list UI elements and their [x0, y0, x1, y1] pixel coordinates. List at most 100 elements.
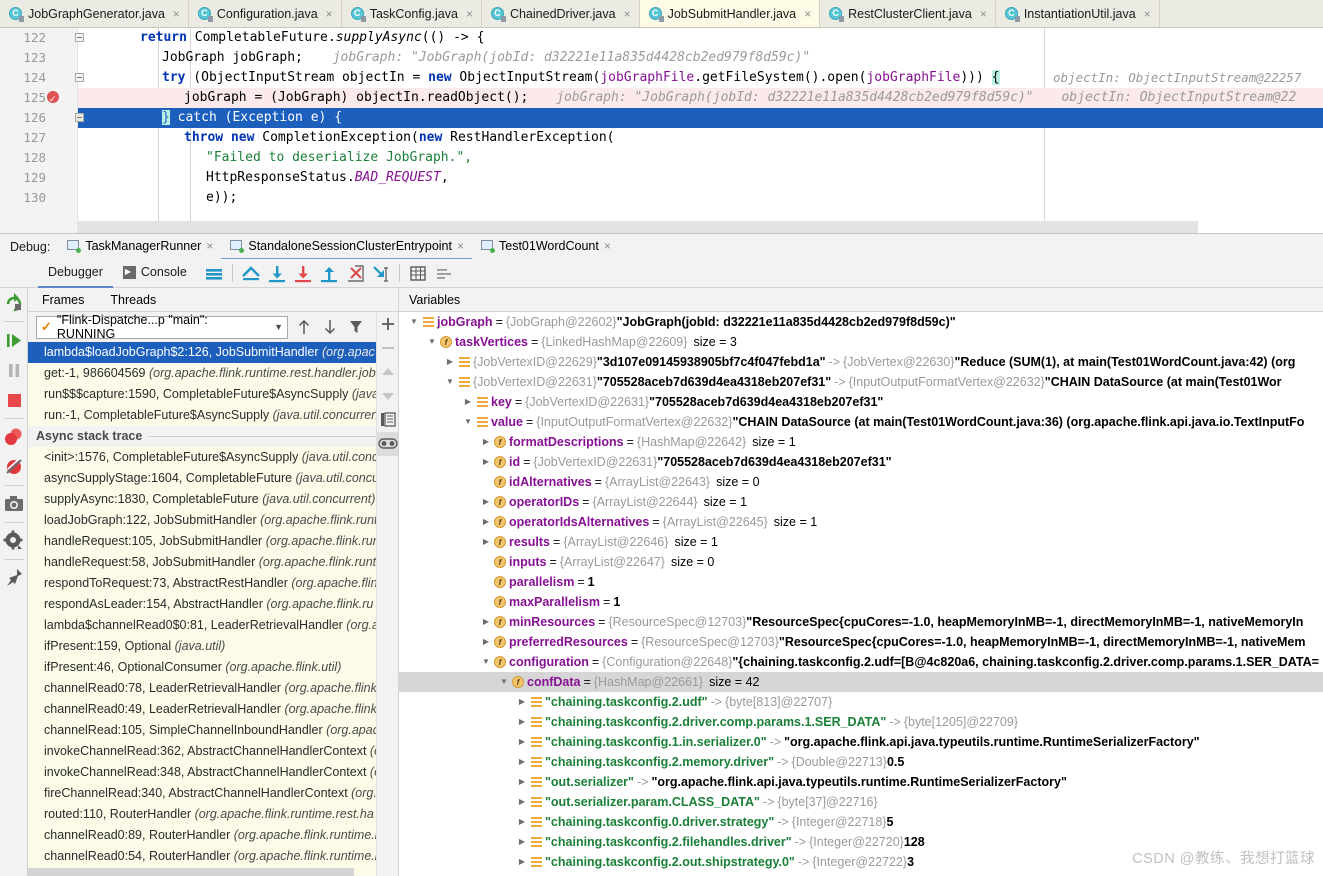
variable-row[interactable]: ▼ jobGraph = {JobGraph@22602} "JobGraph(jo… — [399, 312, 1323, 332]
filter-icon[interactable] — [346, 316, 366, 338]
view-breakpoints-icon[interactable] — [0, 422, 28, 452]
code-line-130[interactable]: 130 e)); — [23, 188, 1323, 208]
chevron-right-icon[interactable]: ▶ — [515, 772, 529, 792]
tab-frames[interactable]: Frames — [28, 293, 96, 307]
close-icon[interactable]: × — [624, 8, 631, 20]
variable-row[interactable]: ▶ "chaining.taskconfig.2.driver.comp.para… — [399, 712, 1323, 732]
stack-frame-row[interactable]: supplyAsync:1830, CompletableFuture (jav… — [28, 489, 386, 510]
variable-row[interactable]: ▶ f formatDescriptions = {HashMap@22642} si… — [399, 432, 1323, 452]
variable-row[interactable]: ▼ value = {InputOutputFormatVertex@22632} … — [399, 412, 1323, 432]
variable-row[interactable]: ▶ f results = {ArrayList@22646} size = 1 — [399, 532, 1323, 552]
variable-row[interactable]: ▶ f operatorIdsAlternatives = {ArrayList@22… — [399, 512, 1323, 532]
code-editor[interactable]: 122 return CompletableFuture.supplyAsync… — [0, 28, 1323, 233]
stack-frame-row[interactable]: run:-1, CompletableFuture$AsyncSupply (j… — [28, 405, 386, 426]
move-up-icon[interactable] — [377, 360, 399, 384]
variable-row[interactable]: ▶ f minResources = {ResourceSpec@12703} "Re… — [399, 612, 1323, 632]
force-step-into-icon[interactable] — [342, 261, 368, 286]
code-line-129[interactable]: 129 HttpResponseStatus.BAD_REQUEST, — [23, 168, 1323, 188]
code-line-125[interactable]: 125 jobGraph = (JobGraph) objectIn.readO… — [23, 88, 1323, 109]
variable-row[interactable]: ▼ f taskVertices = {LinkedHashMap@22609} si… — [399, 332, 1323, 352]
stack-frame-row[interactable]: channelRead0:49, LeaderRetrievalHandler … — [28, 699, 386, 720]
close-icon[interactable]: × — [173, 8, 180, 20]
close-icon[interactable]: × — [604, 239, 611, 253]
code-line-128[interactable]: 128 "Failed to deserialize JobGraph.", — [23, 148, 1323, 168]
variable-row[interactable]: ▶ {JobVertexID@22629} "3d107e09145938905… — [399, 352, 1323, 372]
chevron-right-icon[interactable]: ▶ — [515, 852, 529, 872]
variable-row[interactable]: ▼ f confData = {HashMap@22661} size = 42 — [399, 672, 1323, 692]
chevron-right-icon[interactable]: ▶ — [479, 432, 493, 452]
chevron-down-icon[interactable]: ▼ — [497, 672, 511, 692]
stack-frame-row[interactable]: handleRequest:58, JobSubmitHandler (org.… — [28, 552, 386, 573]
pause-program-icon[interactable] — [0, 355, 28, 385]
variable-row[interactable]: ▶ "chaining.taskconfig.2.udf" -> {byte[81… — [399, 692, 1323, 712]
evaluate-expression-icon[interactable] — [405, 261, 431, 286]
settings-gear-icon[interactable] — [0, 526, 28, 556]
chevron-down-icon[interactable]: ▼ — [425, 332, 439, 352]
stack-frame-row[interactable]: routed:110, RouterHandler (org.apache.fl… — [28, 804, 386, 825]
chevron-right-icon[interactable]: ▶ — [515, 752, 529, 772]
screenshot-icon[interactable] — [0, 489, 28, 519]
stack-frame-row[interactable]: respondAsLeader:154, AbstractHandler (or… — [28, 594, 386, 615]
chevron-right-icon[interactable]: ▶ — [479, 632, 493, 652]
chevron-down-icon[interactable]: ▼ — [443, 372, 457, 392]
debug-session-tab-1[interactable]: StandaloneSessionClusterEntrypoint × — [221, 234, 472, 260]
breakpoint-icon[interactable] — [47, 89, 59, 109]
variable-row[interactable]: f inputs = {ArrayList@22647} size = 0 — [399, 552, 1323, 572]
variable-row[interactable]: f idAlternatives = {ArrayList@22643} size … — [399, 472, 1323, 492]
fold-marker-icon[interactable] — [75, 73, 84, 82]
editor-tab-1[interactable]: C Configuration.java × — [189, 0, 342, 27]
tab-debugger[interactable]: Debugger — [38, 259, 113, 288]
editor-tab-0[interactable]: C JobGraphGenerator.java × — [0, 0, 189, 27]
tab-console[interactable]: Console — [113, 259, 197, 288]
stack-frame-row[interactable]: asyncSupplyStage:1604, CompletableFuture… — [28, 468, 386, 489]
variable-row[interactable]: ▶ f id = {JobVertexID@22631} "705528aceb7d6… — [399, 452, 1323, 472]
close-icon[interactable]: × — [206, 239, 213, 253]
variable-row[interactable]: ▶ "out.serializer" -> "org.apache.flink.a… — [399, 772, 1323, 792]
editor-tab-3[interactable]: C ChainedDriver.java × — [482, 0, 640, 27]
minus-icon[interactable] — [377, 336, 399, 360]
code-line-123[interactable]: 123 JobGraph jobGraph; jobGraph: "JobGra… — [23, 48, 1323, 68]
variable-row[interactable]: f parallelism = 1 — [399, 572, 1323, 592]
stack-frame-row[interactable]: ifPresent:46, OptionalConsumer (org.apac… — [28, 657, 386, 678]
resume-program-icon[interactable] — [0, 325, 28, 355]
stack-frame-row[interactable]: <init>:1576, CompletableFuture$AsyncSupp… — [28, 447, 386, 468]
stack-frame-row[interactable]: lambda$loadJobGraph$2:126, JobSubmitHand… — [28, 342, 386, 363]
chevron-right-icon[interactable]: ▶ — [515, 832, 529, 852]
chevron-right-icon[interactable]: ▶ — [515, 712, 529, 732]
chevron-right-icon[interactable]: ▶ — [479, 612, 493, 632]
stack-frame-row[interactable]: handleRequest:105, JobSubmitHandler (org… — [28, 531, 386, 552]
close-icon[interactable]: × — [1144, 8, 1151, 20]
stack-frame-row[interactable]: respondToRequest:73, AbstractRestHandler… — [28, 573, 386, 594]
pin-tab-icon[interactable] — [0, 563, 28, 593]
mute-breakpoints-icon[interactable] — [431, 261, 457, 286]
chevron-right-icon[interactable]: ▶ — [461, 392, 475, 412]
copy-icon[interactable] — [377, 408, 399, 432]
stack-frame-row[interactable]: channelRead0:54, RouterHandler (org.apac… — [28, 846, 386, 867]
editor-tab-6[interactable]: C InstantiationUtil.java × — [996, 0, 1160, 27]
step-into-icon[interactable] — [290, 261, 316, 286]
chevron-right-icon[interactable]: ▶ — [515, 732, 529, 752]
step-out-icon[interactable] — [316, 261, 342, 286]
call-stack-list[interactable]: lambda$loadJobGraph$2:126, JobSubmitHand… — [28, 342, 386, 876]
debug-session-tab-2[interactable]: Test01WordCount × — [472, 234, 619, 260]
plus-icon[interactable] — [377, 312, 399, 336]
chevron-right-icon[interactable]: ▶ — [515, 792, 529, 812]
binoculars-icon[interactable] — [377, 432, 399, 456]
debug-session-tab-0[interactable]: TaskManagerRunner × — [58, 234, 221, 260]
frames-horizontal-scrollbar[interactable] — [28, 868, 354, 876]
fold-marker-icon[interactable] — [75, 33, 84, 42]
stack-frame-row[interactable]: ifPresent:159, Optional (java.util) — [28, 636, 386, 657]
variable-row[interactable]: ▼ {JobVertexID@22631} "705528aceb7d639d4… — [399, 372, 1323, 392]
chevron-down-icon[interactable]: ▼ — [479, 652, 493, 672]
mute-breakpoints-icon[interactable] — [0, 452, 28, 482]
tab-threads[interactable]: Threads — [96, 293, 168, 307]
stack-frame-row[interactable]: loadJobGraph:122, JobSubmitHandler (org.… — [28, 510, 386, 531]
chevron-down-icon[interactable]: ▼ — [274, 322, 283, 332]
variable-row[interactable]: f maxParallelism = 1 — [399, 592, 1323, 612]
chevron-right-icon[interactable]: ▶ — [479, 512, 493, 532]
editor-tab-2[interactable]: C TaskConfig.java × — [342, 0, 482, 27]
code-line-127[interactable]: 127 throw new CompletionException(new Re… — [23, 128, 1323, 148]
stack-frame-row[interactable]: channelRead:105, SimpleChannelInboundHan… — [28, 720, 386, 741]
stop-icon[interactable] — [0, 385, 28, 415]
chevron-right-icon[interactable]: ▶ — [479, 452, 493, 472]
